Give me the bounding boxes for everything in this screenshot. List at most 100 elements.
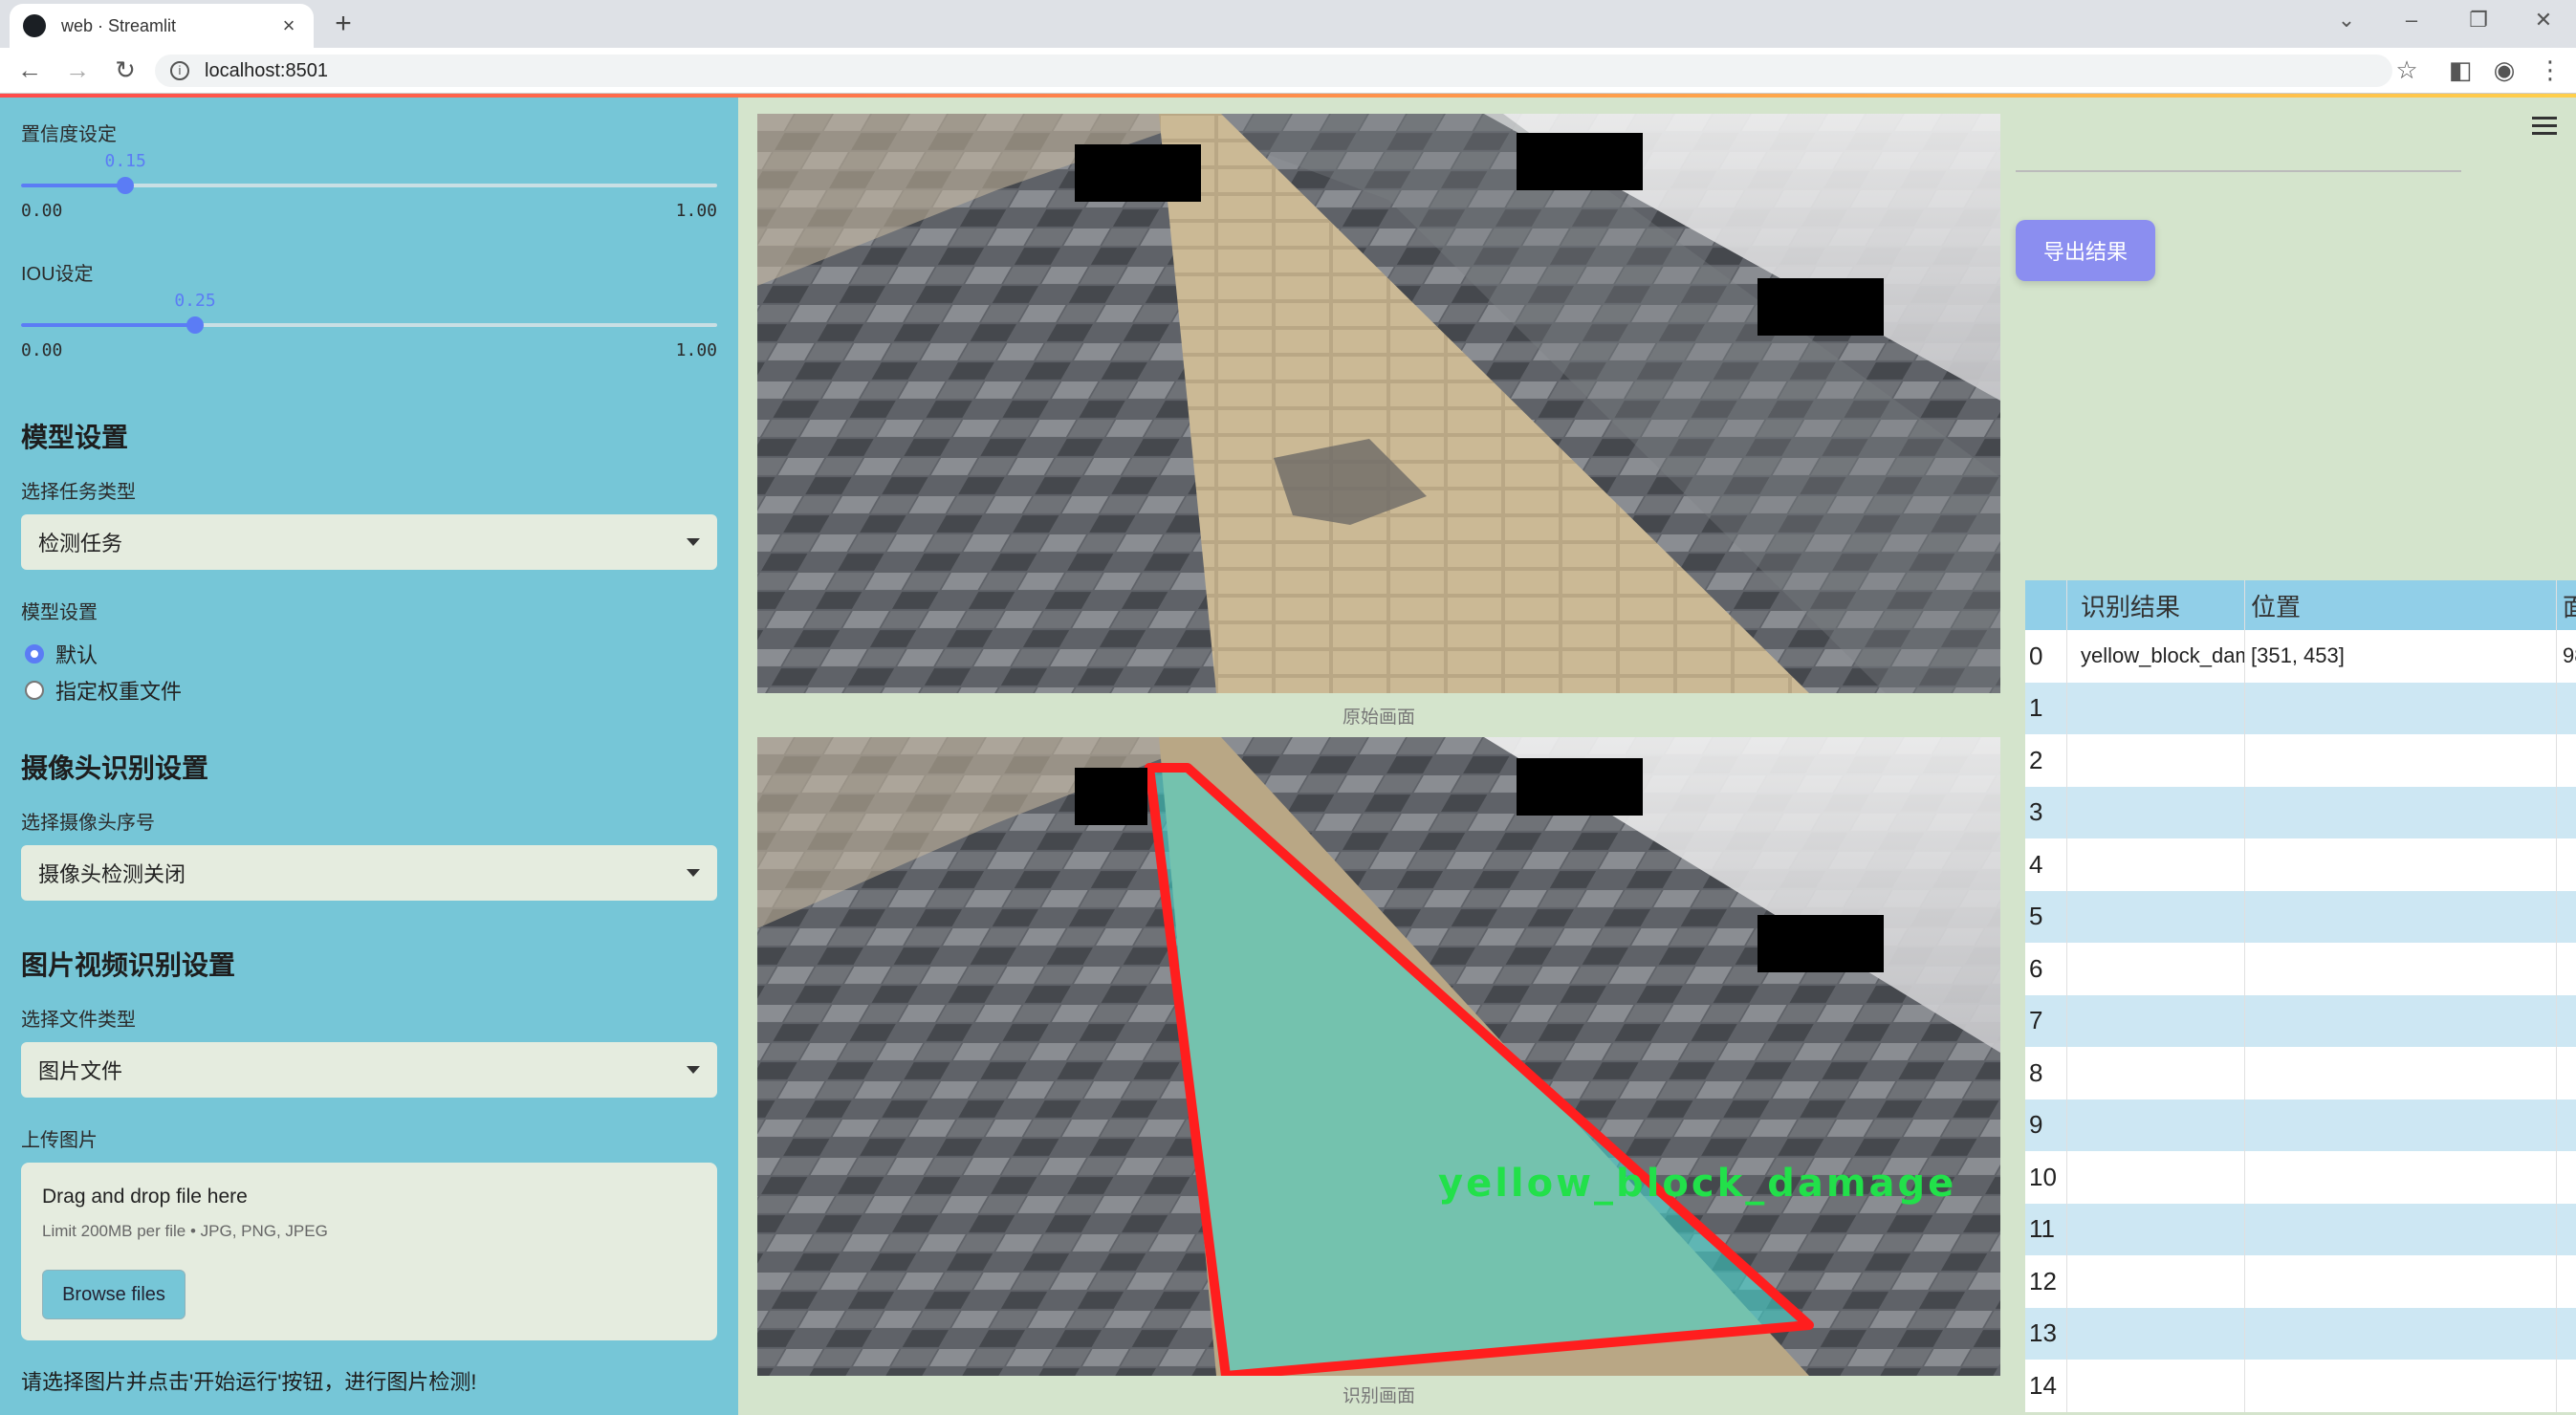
header-position[interactable]: 位置 (2245, 580, 2557, 630)
upload-label: 上传图片 (21, 1130, 98, 1151)
cell-area (2557, 943, 2576, 995)
detection-label: yellow_block_damage (1438, 1162, 1957, 1206)
table-header: 识别结果 位置 面积 时间 (2025, 580, 2576, 630)
table-row[interactable]: 3 (2025, 786, 2576, 838)
minimize-icon[interactable]: – (2392, 8, 2431, 33)
slider-fill (21, 323, 195, 327)
camera-section-heading: 摄像头识别设置 (21, 753, 209, 783)
cell-area (2557, 734, 2576, 787)
cell-result (2067, 734, 2245, 787)
cell-area (2557, 1204, 2576, 1256)
table-row[interactable]: 2 (2025, 734, 2576, 787)
bookmark-star-icon[interactable]: ☆ (2390, 55, 2423, 85)
radio-selected-icon (25, 644, 44, 664)
redaction-box (1075, 144, 1201, 202)
forward-icon[interactable]: → (61, 55, 94, 85)
cell-result (2067, 1203, 2245, 1255)
site-info-icon[interactable]: i (170, 61, 189, 80)
slider-thumb[interactable] (186, 316, 204, 334)
conf-label: 置信度设定 (21, 124, 117, 145)
back-icon[interactable]: ← (13, 55, 46, 85)
table-row[interactable]: 4 (2025, 838, 2576, 891)
cell-index: 1 (2025, 682, 2067, 734)
cell-position (2245, 994, 2557, 1047)
cell-index: 6 (2025, 943, 2067, 995)
cell-index: 10 (2025, 1151, 2067, 1204)
browser-menu-icon[interactable]: ⋮ (2534, 55, 2566, 85)
file-type-value: 图片文件 (38, 1059, 123, 1083)
media-section-heading: 图片视频识别设置 (21, 950, 236, 980)
hamburger-menu-icon[interactable] (2532, 117, 2557, 140)
table-row[interactable]: 11 (2025, 1203, 2576, 1256)
cell-result (2067, 1360, 2245, 1412)
cell-result (2067, 1255, 2245, 1308)
table-row[interactable]: 6 (2025, 943, 2576, 995)
cell-position (2245, 890, 2557, 943)
cell-area: 98390 (2557, 630, 2576, 683)
side-panel-icon[interactable]: ◧ (2444, 55, 2477, 85)
table-row[interactable]: 7 (2025, 994, 2576, 1047)
radio-unselected-icon (25, 681, 44, 700)
table-row[interactable]: 5 (2025, 890, 2576, 944)
instruction-text: 请选择图片并点击'开始运行'按钮，进行图片检测! (21, 1370, 477, 1394)
conf-slider[interactable]: 0.15 0.00 1.00 (21, 151, 717, 221)
table-row[interactable]: 10 (2025, 1151, 2576, 1204)
cell-index: 9 (2025, 1099, 2067, 1151)
cell-area (2557, 891, 2576, 944)
original-image (757, 114, 2000, 693)
table-row[interactable]: 9 (2025, 1099, 2576, 1151)
table-row[interactable]: 12 (2025, 1255, 2576, 1308)
dropzone-instructions: Drag and drop file here (42, 1186, 248, 1208)
iou-slider[interactable]: 0.25 0.00 1.00 (21, 291, 717, 360)
profile-avatar-icon[interactable]: ◉ (2488, 55, 2521, 85)
tab-search-icon[interactable]: ⌄ (2327, 8, 2366, 33)
table-row[interactable]: 0yellow_block_damage[351, 453]983900.01 (2025, 630, 2576, 683)
cell-area (2557, 1308, 2576, 1361)
cell-index: 5 (2025, 890, 2067, 943)
camera-index-select[interactable]: 摄像头检测关闭 (21, 845, 717, 901)
table-row[interactable]: 14 (2025, 1360, 2576, 1412)
cell-index: 12 (2025, 1255, 2067, 1308)
reload-icon[interactable]: ↻ (109, 55, 142, 85)
header-result[interactable]: 识别结果 (2067, 580, 2245, 630)
redaction-box (1757, 915, 1884, 972)
chevron-down-icon (687, 1066, 700, 1074)
slider-thumb[interactable] (117, 177, 135, 194)
detected-caption: 识别画面 (1342, 1386, 1415, 1406)
url-text: localhost:8501 (205, 59, 328, 81)
slider-max: 1.00 (675, 340, 717, 360)
cell-position (2245, 786, 2557, 838)
radio-custom-weights[interactable]: 指定权重文件 (25, 675, 182, 706)
cell-position (2245, 1203, 2557, 1255)
cell-index: 7 (2025, 994, 2067, 1047)
cell-result (2067, 786, 2245, 838)
redaction-box (1075, 768, 1147, 825)
slider-value: 0.15 (104, 151, 146, 171)
table-row[interactable]: 13 (2025, 1307, 2576, 1361)
browser-tab[interactable]: web · Streamlit × (10, 4, 314, 48)
task-type-select[interactable]: 检测任务 (21, 514, 717, 570)
cell-result (2067, 994, 2245, 1047)
header-area[interactable]: 面积 (2557, 580, 2576, 630)
new-tab-icon[interactable]: + (329, 8, 358, 40)
iou-label: IOU设定 (21, 264, 94, 285)
file-dropzone[interactable]: Drag and drop file here Limit 200MB per … (21, 1163, 717, 1340)
export-results-button[interactable]: 导出结果 (2016, 220, 2155, 281)
table-row[interactable]: 8 (2025, 1047, 2576, 1099)
cell-result: yellow_block_damage (2067, 630, 2245, 683)
browse-files-button[interactable]: Browse files (42, 1270, 186, 1319)
cell-area (2557, 1151, 2576, 1204)
close-tab-icon[interactable]: × (277, 13, 300, 38)
window-close-icon[interactable]: ✕ (2524, 8, 2563, 33)
file-type-select[interactable]: 图片文件 (21, 1042, 717, 1098)
cell-result (2067, 943, 2245, 995)
cell-position (2245, 1360, 2557, 1412)
table-row[interactable]: 1 (2025, 682, 2576, 734)
restore-icon[interactable]: ❐ (2459, 8, 2498, 33)
cell-result (2067, 682, 2245, 734)
radio-default[interactable]: 默认 (25, 639, 98, 669)
cell-index: 4 (2025, 838, 2067, 891)
url-field[interactable]: i localhost:8501 (155, 54, 2392, 87)
redaction-box (1517, 133, 1643, 190)
cell-area (2557, 1360, 2576, 1412)
